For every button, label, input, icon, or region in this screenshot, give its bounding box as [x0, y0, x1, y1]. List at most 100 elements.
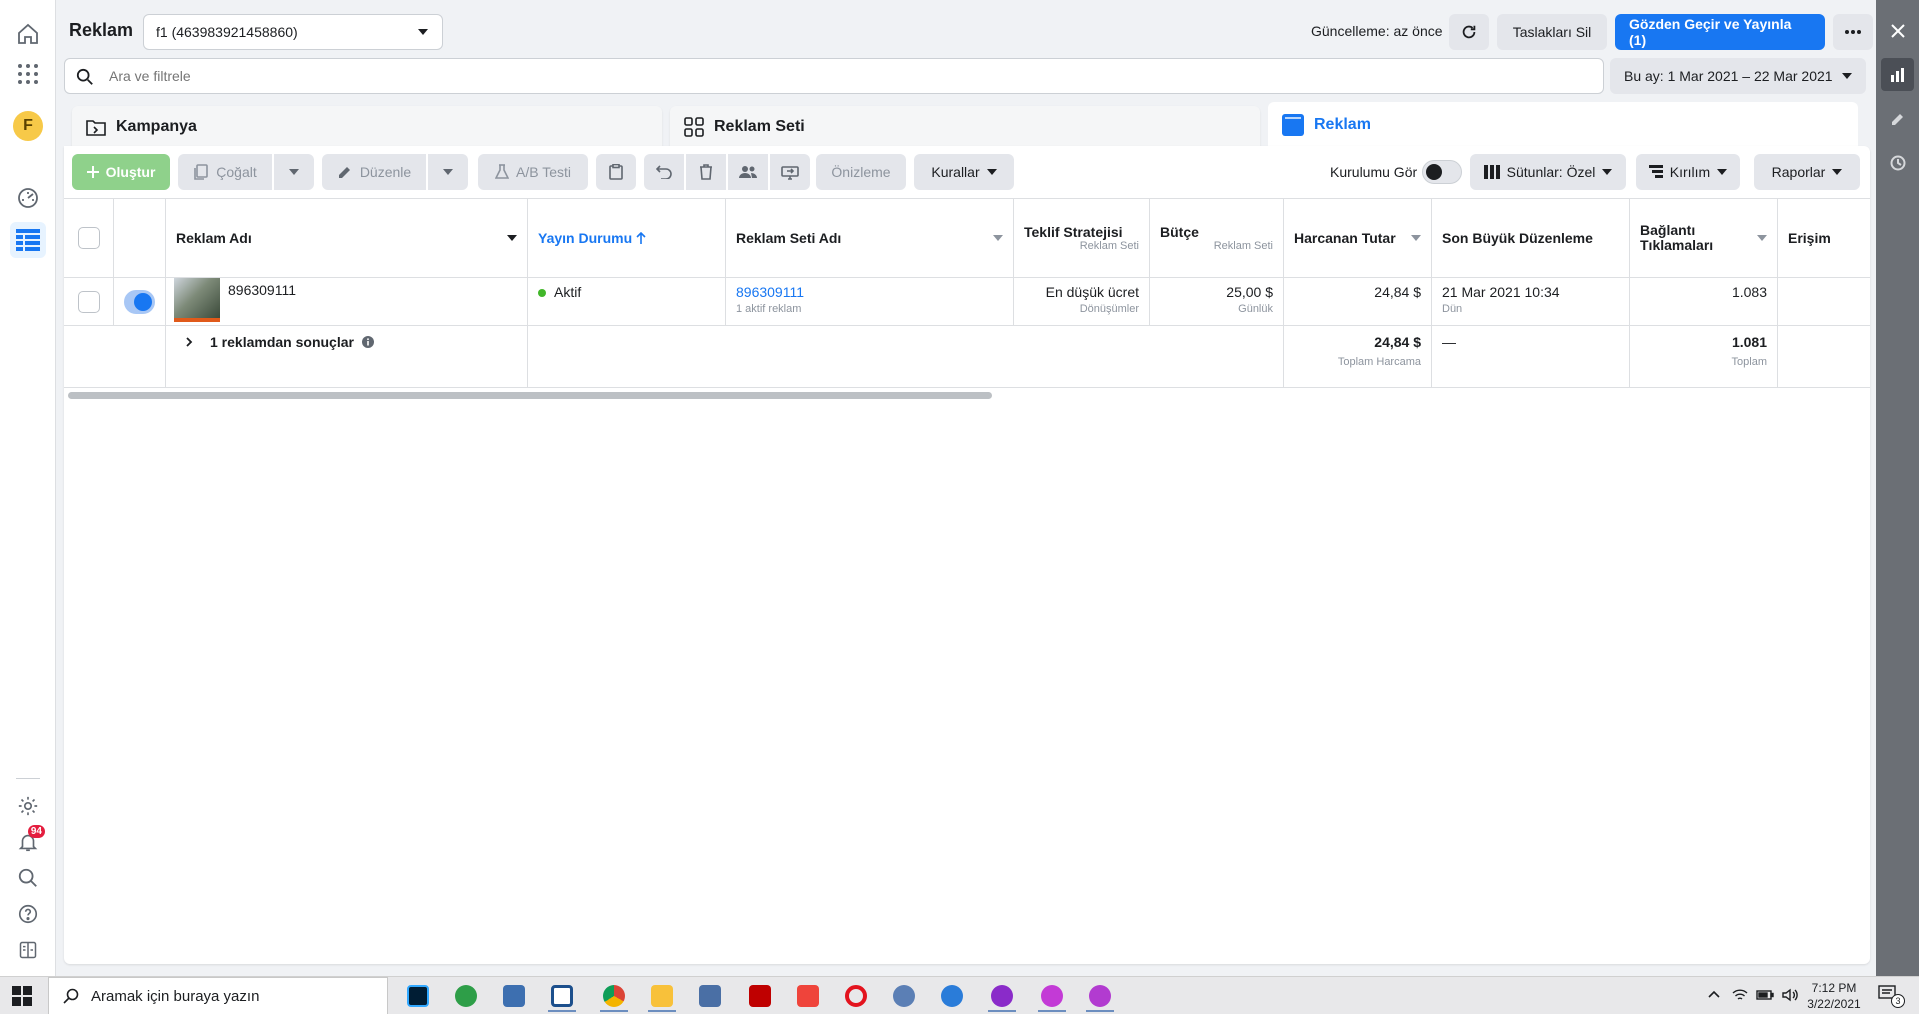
firefox-app-icon[interactable]: [930, 980, 974, 1012]
budget-sub-text: Günlük: [1238, 303, 1273, 315]
account-avatar[interactable]: F: [10, 108, 46, 144]
clock[interactable]: 7:12 PM 3/22/2021: [1806, 980, 1862, 1012]
windows-start-icon[interactable]: [12, 986, 32, 1006]
duplicate-dropdown-button[interactable]: [274, 154, 314, 190]
chevron-up-icon[interactable]: [1708, 989, 1720, 999]
ab-test-button[interactable]: A/B Testi: [478, 154, 588, 190]
bid-strategy-text: En düşük ücret: [1045, 284, 1139, 300]
photoshop-app-icon[interactable]: [396, 980, 440, 1012]
column-header-ad-name[interactable]: Reklam Adı: [166, 198, 528, 278]
discord-app-icon[interactable]: [980, 980, 1024, 1012]
column-header-link-clicks[interactable]: Bağlantı Tıklamaları: [1630, 198, 1778, 278]
sort-caret-icon: [507, 235, 517, 241]
bar-chart-icon[interactable]: [1881, 58, 1914, 91]
wifi-icon[interactable]: [1732, 988, 1748, 1002]
horizontal-scrollbar[interactable]: [68, 392, 992, 399]
column-header-reach-label: Erişim: [1788, 230, 1831, 246]
ad-name-text[interactable]: 896309111: [228, 282, 296, 298]
summary-label-cell[interactable]: 1 reklamdan sonuçlar: [166, 326, 528, 388]
adset-name-link[interactable]: 896309111: [736, 284, 1003, 300]
view-setup-toggle[interactable]: [1422, 160, 1462, 184]
chrome-app-icon[interactable]: [592, 980, 636, 1012]
ads-manager-table-icon[interactable]: [10, 222, 46, 258]
report-problem-icon[interactable]: [10, 932, 46, 968]
create-button[interactable]: Oluştur: [72, 154, 170, 190]
close-icon[interactable]: [1881, 14, 1914, 47]
row-checkbox[interactable]: [77, 290, 100, 313]
review-and-publish-button[interactable]: Gözden Geçir ve Yayınla (1): [1615, 14, 1825, 50]
sort-ascending-arrow-icon: [636, 232, 646, 244]
remote-app-icon[interactable]: [688, 980, 732, 1012]
pencil-edit-icon[interactable]: [1881, 102, 1914, 135]
action-center-icon[interactable]: 3: [1878, 985, 1906, 1009]
edit-dropdown-button[interactable]: [428, 154, 468, 190]
editor-app-icon[interactable]: [540, 980, 584, 1012]
share-audience-button[interactable]: [728, 154, 768, 190]
edit-button-label: Düzenle: [359, 164, 412, 180]
network-app-icon[interactable]: [492, 980, 536, 1012]
date-range-picker[interactable]: Bu ay: 1 Mar 2021 – 22 Mar 2021: [1610, 58, 1866, 94]
anydesk-app-icon[interactable]: [786, 980, 830, 1012]
rules-dropdown-button[interactable]: Kurallar: [914, 154, 1014, 190]
bid-strategy-cell: En düşük ücret Dönüşümler: [1014, 278, 1150, 326]
columns-dropdown-button[interactable]: Sütunlar: Özel: [1470, 154, 1626, 190]
preview-button[interactable]: Önizleme: [816, 154, 906, 190]
duplicate-button[interactable]: Çoğalt: [178, 154, 272, 190]
tab-ad[interactable]: Reklam: [1268, 102, 1858, 148]
tab-campaign[interactable]: Kampanya: [72, 106, 662, 148]
select-all-checkbox[interactable]: [77, 227, 100, 249]
all-tools-grid-icon[interactable]: [10, 56, 46, 92]
opera-app-icon[interactable]: [834, 980, 878, 1012]
settings-gear-icon[interactable]: [10, 788, 46, 824]
tab-ad-label: Reklam: [1314, 116, 1371, 133]
row-checkbox-cell: [64, 278, 114, 326]
column-header-bid-strategy[interactable]: Teklif Stratejisi Reklam Seti: [1014, 198, 1150, 278]
refresh-button[interactable]: [1449, 14, 1489, 50]
column-header-delivery[interactable]: Yayın Durumu: [528, 198, 726, 278]
column-header-adset-name[interactable]: Reklam Seti Adı: [726, 198, 1014, 278]
column-header-reach[interactable]: Erişim: [1778, 198, 1870, 278]
tab-adset[interactable]: Reklam Seti: [670, 106, 1260, 148]
clipboard-button[interactable]: [596, 154, 636, 190]
right-side-panel-rail: [1876, 0, 1919, 976]
more-options-button[interactable]: [1833, 14, 1873, 50]
undo-button[interactable]: [644, 154, 684, 190]
search-filter-input[interactable]: [64, 58, 1604, 94]
browser-app-icon[interactable]: [882, 980, 926, 1012]
home-icon[interactable]: [10, 16, 46, 52]
reports-dropdown-button[interactable]: Raporlar: [1754, 154, 1860, 190]
column-header-budget[interactable]: Bütçe Reklam Seti: [1150, 198, 1284, 278]
filezilla-app-icon[interactable]: [738, 980, 782, 1012]
chevron-right-icon[interactable]: [184, 337, 194, 347]
edit-button[interactable]: Düzenle: [322, 154, 426, 190]
file-explorer-app-icon[interactable]: [640, 980, 684, 1012]
search-field[interactable]: [109, 65, 1589, 87]
column-header-last-edit[interactable]: Son Büyük Düzenleme: [1432, 198, 1630, 278]
help-icon[interactable]: [10, 896, 46, 932]
ad-thumbnail-image[interactable]: [174, 278, 220, 322]
app-icon-purple-2[interactable]: [1078, 980, 1122, 1012]
search-icon[interactable]: [10, 860, 46, 896]
dashboard-gauge-icon[interactable]: [10, 180, 46, 216]
ad-status-toggle[interactable]: [114, 278, 166, 326]
clock-date: 3/22/2021: [1807, 997, 1861, 1011]
budget-text[interactable]: 25,00 $: [1160, 284, 1273, 300]
info-icon[interactable]: [361, 336, 374, 348]
volume-icon[interactable]: [1782, 988, 1798, 1002]
column-header-amount-spent[interactable]: Harcanan Tutar: [1284, 198, 1432, 278]
notifications-bell-icon[interactable]: 94: [10, 824, 46, 860]
taskbar-search-box[interactable]: Aramak için buraya yazın: [48, 977, 388, 1014]
app-icon-purple-1[interactable]: [1030, 980, 1074, 1012]
breakdown-dropdown-button[interactable]: Kırılım: [1636, 154, 1740, 190]
folder-icon: [86, 120, 106, 136]
delete-button[interactable]: [686, 154, 726, 190]
maps-app-icon[interactable]: [444, 980, 488, 1012]
sort-caret-icon: [1757, 235, 1767, 241]
discard-drafts-button[interactable]: Taslakları Sil: [1497, 14, 1607, 50]
account-selector-dropdown[interactable]: f1 (463983921458860): [143, 14, 443, 50]
update-status-text: Güncelleme: az önce: [1311, 23, 1443, 39]
export-button[interactable]: [770, 154, 810, 190]
history-clock-icon[interactable]: [1881, 146, 1914, 179]
sort-caret-icon: [1411, 235, 1421, 241]
battery-icon[interactable]: [1756, 989, 1774, 1001]
